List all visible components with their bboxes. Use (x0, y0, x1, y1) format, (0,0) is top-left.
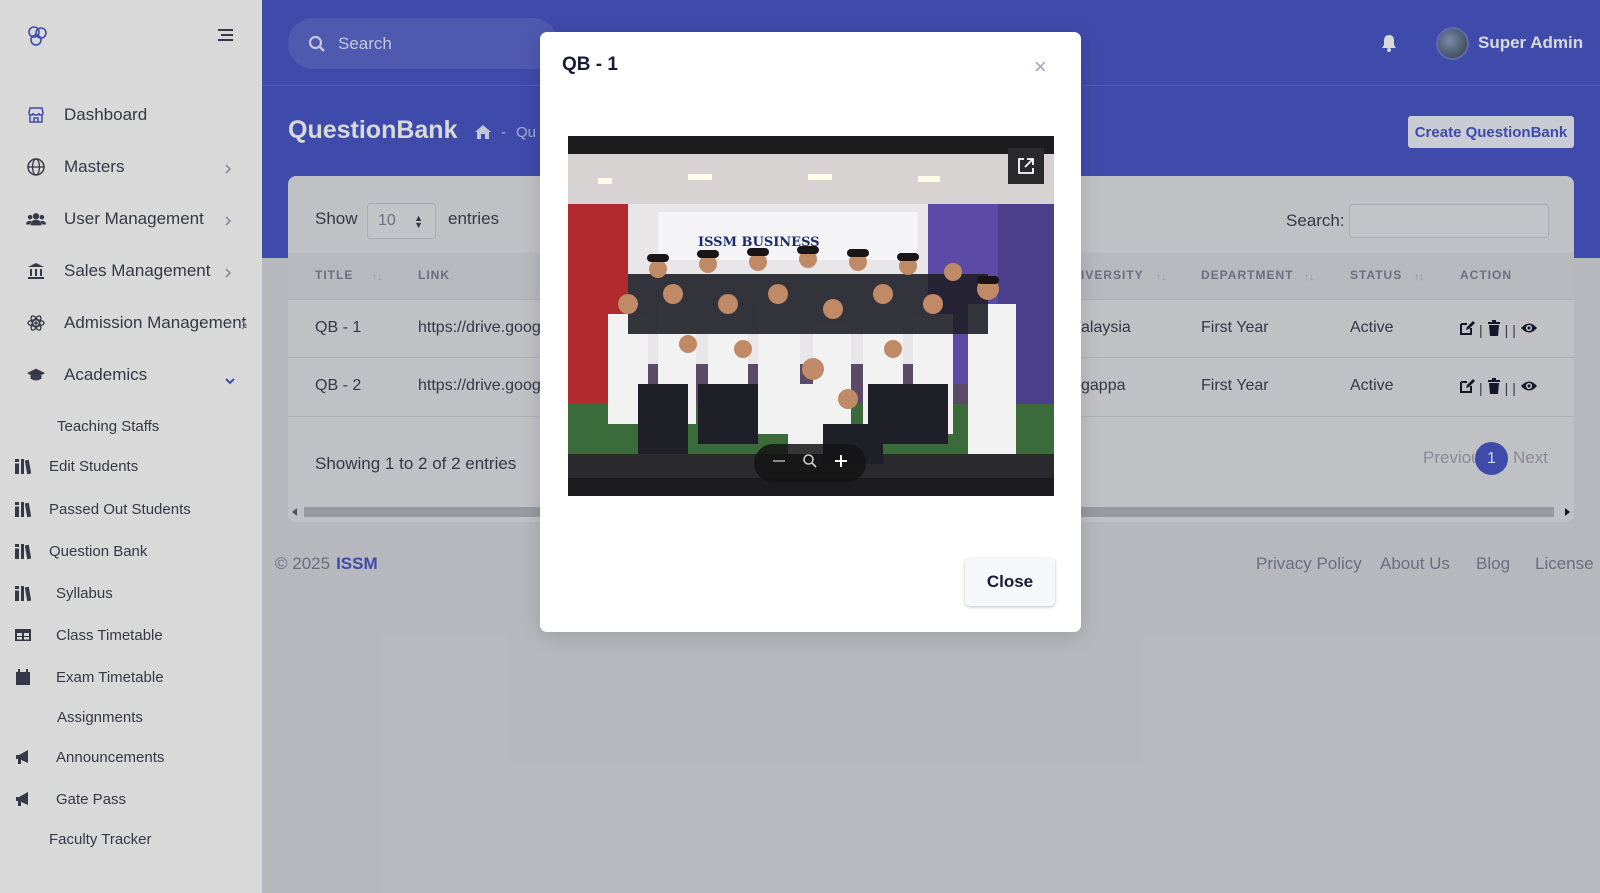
close-button[interactable]: Close (965, 558, 1055, 606)
close-icon[interactable]: × (1034, 54, 1047, 80)
open-external-icon[interactable] (1008, 148, 1044, 184)
zoom-out-icon[interactable] (772, 454, 786, 473)
zoom-reset-icon[interactable] (802, 453, 818, 474)
image-viewer: ISSM BUSINESS (568, 136, 1054, 496)
image-preview-modal: QB - 1 × ISSM BUSINESS Close (540, 32, 1081, 632)
zoom-controls (754, 444, 866, 482)
zoom-in-icon[interactable] (834, 454, 848, 473)
group-photo: ISSM BUSINESS (568, 154, 1054, 478)
modal-title: QB - 1 (562, 54, 618, 75)
